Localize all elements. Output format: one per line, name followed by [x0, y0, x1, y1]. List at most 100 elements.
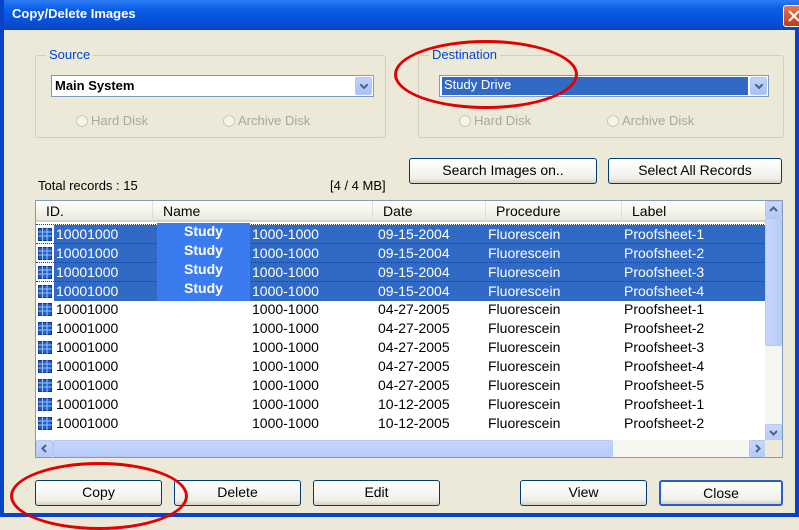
- cell-procedure: Fluorescein: [486, 244, 622, 263]
- destination-highlight-ellipse: [394, 40, 578, 109]
- cell-date: 09-15-2004: [373, 244, 486, 263]
- radio-circle: [223, 115, 235, 127]
- window-close-button[interactable]: [783, 5, 799, 27]
- column-header-label[interactable]: Label: [622, 201, 766, 222]
- cell-date: 04-27-2005: [378, 301, 450, 317]
- column-header-procedure[interactable]: Procedure: [486, 201, 622, 222]
- cell-procedure: Fluorescein: [488, 415, 561, 431]
- cell-number: 1000-1000: [250, 244, 373, 263]
- scroll-right-button[interactable]: [749, 440, 766, 457]
- cell-number: 1000-1000: [252, 301, 319, 317]
- cell-procedure: Fluorescein: [488, 320, 561, 336]
- scroll-left-button[interactable]: [36, 440, 53, 457]
- column-header-name[interactable]: Name: [153, 201, 373, 222]
- search-images-button[interactable]: Search Images on..: [409, 158, 597, 184]
- table-row[interactable]: 10001000 1000-1000 09-15-2004 Fluorescein Pr…: [36, 243, 766, 263]
- chevron-down-icon: [769, 430, 778, 436]
- cell-number: 1000-1000: [250, 263, 373, 282]
- table-row[interactable]: 10001000 1000-1000 09-15-2004 Fluorescein Pr…: [36, 262, 766, 282]
- cell-procedure: Fluorescein: [486, 225, 622, 244]
- scroll-corner: [765, 440, 782, 457]
- source-legend: Source: [46, 47, 94, 62]
- source-radio-archive-disk[interactable]: Archive Disk: [223, 113, 310, 128]
- radio-circle: [76, 115, 88, 127]
- chevron-left-icon: [41, 444, 47, 453]
- table-row[interactable]: 10001000 1000-1000 10-12-2005 Fluorescein Pr…: [36, 395, 766, 414]
- cell-label: Proofsheet-2: [624, 415, 705, 431]
- destination-radio-hard-disk[interactable]: Hard Disk: [459, 113, 531, 128]
- source-combo[interactable]: Main System: [51, 75, 374, 97]
- cell-procedure: Fluorescein: [486, 263, 622, 282]
- grid-image-icon: [38, 398, 52, 411]
- cell-procedure: Fluorescein: [488, 377, 561, 393]
- cell-procedure: Fluorescein: [488, 339, 561, 355]
- close-button[interactable]: Close: [659, 480, 783, 506]
- grid-image-icon: [38, 360, 52, 373]
- cell-number: 1000-1000: [250, 225, 373, 244]
- column-header-date[interactable]: Date: [373, 201, 486, 222]
- radio-label: Hard Disk: [474, 113, 532, 128]
- cell-procedure: Fluorescein: [488, 396, 561, 412]
- cell-id: 10001000: [56, 301, 119, 317]
- cell-name: Study: [184, 223, 223, 239]
- list-header: ID. Name Date Procedure Label: [36, 201, 766, 222]
- table-row[interactable]: 10001000 1000-1000 09-15-2004 Fluorescein Pr…: [36, 281, 766, 301]
- table-row[interactable]: 10001000 1000-1000 09-15-2004 Fluorescein Pr…: [36, 224, 766, 244]
- horizontal-scrollbar[interactable]: [36, 440, 766, 457]
- table-row[interactable]: 10001000 1000-1000 10-12-2005 Fluorescein Pr…: [36, 414, 766, 433]
- cell-number: 1000-1000: [252, 339, 319, 355]
- cell-name: Study: [184, 261, 223, 277]
- title-bar: Copy/Delete Images: [4, 0, 799, 30]
- vertical-scroll-thumb[interactable]: [765, 218, 782, 346]
- chevron-down-icon: [360, 84, 368, 89]
- cell-id: 10001000: [54, 263, 157, 282]
- source-radio-hard-disk[interactable]: Hard Disk: [76, 113, 148, 128]
- view-button[interactable]: View: [520, 480, 647, 506]
- destination-combo-dropdown[interactable]: [750, 77, 767, 95]
- table-row[interactable]: 10001000 1000-1000 04-27-2005 Fluorescein Pr…: [36, 319, 766, 338]
- chevron-down-icon: [755, 84, 763, 89]
- close-icon: [788, 10, 799, 22]
- grid-image-icon: [38, 247, 52, 260]
- horizontal-scroll-thumb[interactable]: [53, 440, 613, 457]
- edit-button[interactable]: Edit: [313, 480, 440, 506]
- column-header-id[interactable]: ID.: [36, 201, 153, 222]
- name-column-blank: [157, 301, 250, 441]
- cell-id: 10001000: [56, 377, 119, 393]
- cell-label: Proofsheet-4: [624, 358, 705, 374]
- radio-circle: [459, 115, 471, 127]
- cell-id: 10001000: [54, 225, 157, 244]
- cell-id: 10001000: [56, 358, 119, 374]
- cell-number: 1000-1000: [250, 282, 373, 301]
- scroll-up-button[interactable]: [765, 201, 782, 218]
- cell-label: Proofsheet-1: [622, 225, 766, 244]
- grid-image-icon: [38, 341, 52, 354]
- radio-label: Hard Disk: [91, 113, 149, 128]
- scroll-down-button[interactable]: [765, 424, 782, 441]
- cell-name: Study: [184, 242, 223, 258]
- cell-label: Proofsheet-2: [622, 244, 766, 263]
- cell-procedure: Fluorescein: [488, 301, 561, 317]
- table-row[interactable]: 10001000 1000-1000 04-27-2005 Fluorescein Pr…: [36, 300, 766, 319]
- cell-date: 09-15-2004: [373, 225, 486, 244]
- destination-radio-archive-disk[interactable]: Archive Disk: [607, 113, 694, 128]
- copy-delete-dialog: Copy/Delete Images Source Main System Ha…: [0, 0, 799, 530]
- cell-id: 10001000: [54, 282, 157, 301]
- table-row[interactable]: 10001000 1000-1000 04-27-2005 Fluorescein Pr…: [36, 357, 766, 376]
- cell-name: Study: [184, 280, 223, 296]
- cell-id: 10001000: [56, 339, 119, 355]
- grid-image-icon: [38, 322, 52, 335]
- source-group: Source Main System Hard Disk Archive Dis…: [35, 47, 386, 138]
- select-all-records-button[interactable]: Select All Records: [608, 158, 782, 184]
- table-row[interactable]: 10001000 1000-1000 04-27-2005 Fluorescein Pr…: [36, 338, 766, 357]
- records-list[interactable]: ID. Name Date Procedure Label 10001000 10…: [35, 200, 783, 458]
- cell-number: 1000-1000: [252, 415, 319, 431]
- vertical-scrollbar[interactable]: [765, 201, 782, 441]
- source-combo-dropdown[interactable]: [355, 77, 372, 95]
- cell-procedure: Fluorescein: [488, 358, 561, 374]
- radio-label: Archive Disk: [238, 113, 311, 128]
- cell-label: Proofsheet-1: [624, 396, 705, 412]
- total-records-label: Total records : 15: [38, 178, 138, 193]
- delete-button[interactable]: Delete: [174, 480, 301, 506]
- table-row[interactable]: 10001000 1000-1000 04-27-2005 Fluorescein Pr…: [36, 376, 766, 395]
